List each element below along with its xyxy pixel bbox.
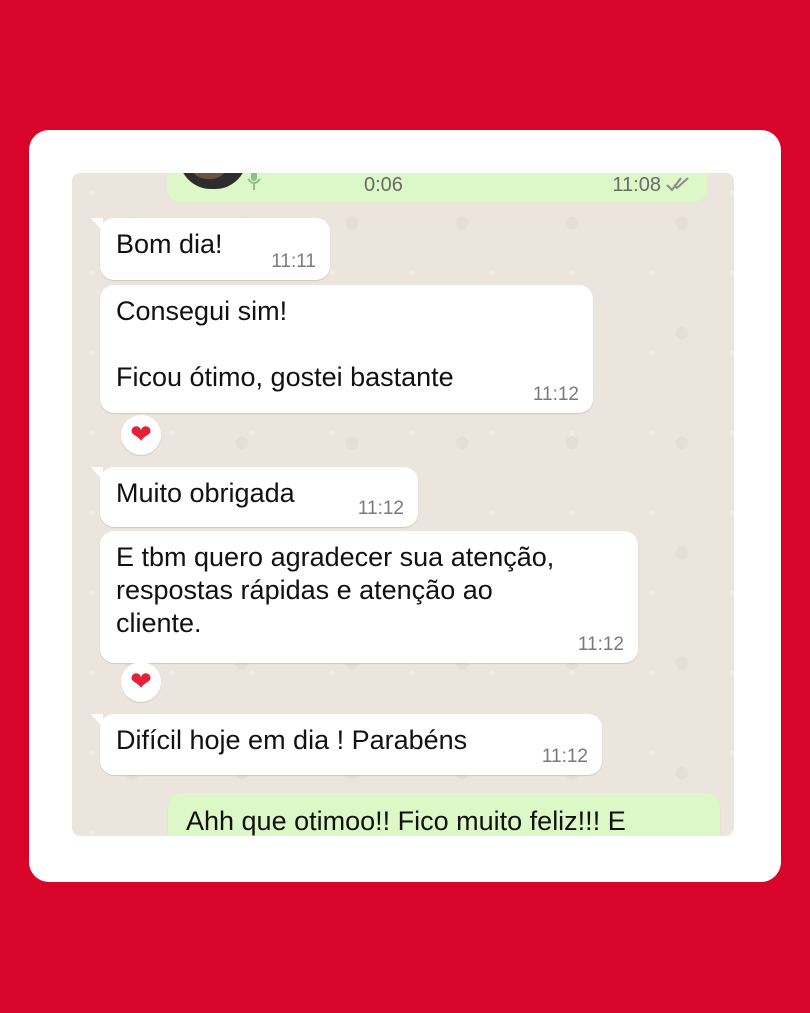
message-text: Consegui sim! Ficou ótimo, gostei bastan… (116, 296, 454, 392)
heart-icon: ❤ (130, 667, 152, 697)
message-time: 11:12 (357, 498, 404, 519)
message-bubble[interactable]: Muito obrigada 11:12 (91, 467, 418, 527)
message-bubble[interactable]: E tbm quero agradecer sua atenção, respo… (100, 531, 638, 663)
heart-icon: ❤ (130, 420, 152, 450)
heart-reaction[interactable]: ❤ (121, 415, 161, 455)
message-text: Ahh que otimoo!! Fico muito feliz!!! E (186, 806, 626, 836)
voice-message-bubble[interactable]: 0:06 11:08 (167, 173, 707, 202)
message-time: 11:12 (577, 634, 624, 655)
message-time: 11:12 (532, 384, 579, 405)
message-bubble[interactable]: Consegui sim! Ficou ótimo, gostei bastan… (100, 285, 593, 413)
message-time: 11:11 (271, 251, 316, 272)
message-bubble[interactable]: Bom dia! 11:11 (91, 218, 330, 280)
message-bubble[interactable]: Difícil hoje em dia ! Parabéns 11:12 (91, 714, 602, 775)
chat-screenshot: 0:06 11:08 Bom dia! 11:11 Consegui sim! … (72, 173, 734, 836)
outgoing-message-bubble[interactable]: Ahh que otimoo!! Fico muito feliz!!! E (168, 793, 720, 836)
message-text: Difícil hoje em dia ! Parabéns (116, 725, 468, 755)
heart-reaction[interactable]: ❤ (121, 662, 161, 702)
message-time: 11:08 (612, 174, 661, 196)
message-time: 11:12 (541, 746, 588, 767)
avatar (179, 173, 247, 189)
message-text: E tbm quero agradecer sua atenção, respo… (116, 542, 555, 638)
voice-duration: 0:06 (364, 174, 403, 196)
double-check-icon (666, 177, 689, 192)
microphone-icon (247, 173, 261, 190)
card: 0:06 11:08 Bom dia! 11:11 Consegui sim! … (29, 130, 781, 882)
